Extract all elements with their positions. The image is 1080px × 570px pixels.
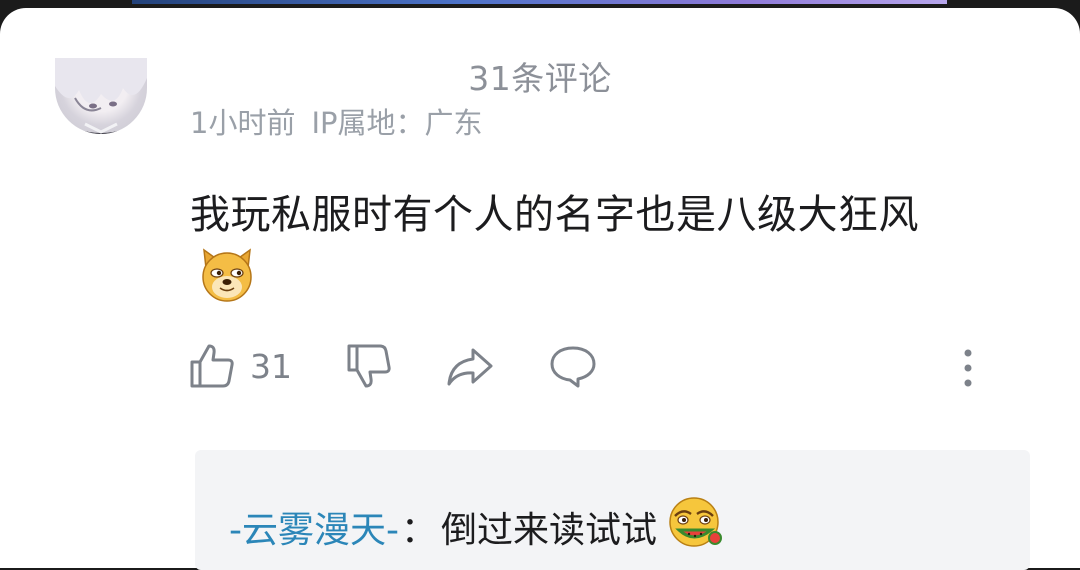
reply-item: -云雾漫天- ： 倒过来读试试 bbox=[229, 497, 725, 554]
avatar[interactable] bbox=[55, 58, 147, 134]
like-count: 31 bbox=[250, 346, 292, 386]
like-button[interactable]: 31 bbox=[188, 338, 292, 394]
thumbs-down-icon bbox=[347, 344, 391, 388]
more-vertical-icon bbox=[964, 349, 972, 387]
comment-bubble-icon bbox=[550, 346, 596, 388]
reply-button[interactable] bbox=[548, 338, 598, 394]
comment-time: 1小时前 bbox=[190, 106, 296, 140]
reply-text: 倒过来读试试 bbox=[441, 510, 658, 551]
comment-actions: 31 bbox=[0, 338, 1080, 398]
top-gradient-strip bbox=[132, 0, 947, 4]
comments-sheet: 31条评论 1小时前 IP属地：广东 我玩私服时有个人的名字也是八级大狂风 31… bbox=[0, 8, 1080, 570]
doge-emoji-icon bbox=[202, 248, 252, 302]
reply-username[interactable]: -云雾漫天- bbox=[229, 501, 399, 553]
reply-preview[interactable]: -云雾漫天- ： 倒过来读试试 bbox=[195, 450, 1030, 570]
more-button[interactable] bbox=[952, 338, 984, 394]
thumbs-up-icon bbox=[190, 344, 234, 388]
dislike-button[interactable] bbox=[345, 338, 393, 394]
comment-meta: 1小时前 IP属地：广东 bbox=[190, 100, 483, 142]
reply-separator: ： bbox=[400, 510, 437, 551]
comment-text: 我玩私服时有个人的名字也是八级大狂风 bbox=[190, 192, 919, 238]
comment-ip-location: IP属地：广东 bbox=[311, 106, 483, 140]
anime-avatar-icon bbox=[55, 58, 147, 134]
watermelon-eating-emoji-icon bbox=[669, 497, 723, 547]
comment-count-title: 31条评论 bbox=[468, 59, 612, 98]
share-arrow-icon bbox=[447, 348, 493, 386]
share-button[interactable] bbox=[445, 338, 495, 394]
